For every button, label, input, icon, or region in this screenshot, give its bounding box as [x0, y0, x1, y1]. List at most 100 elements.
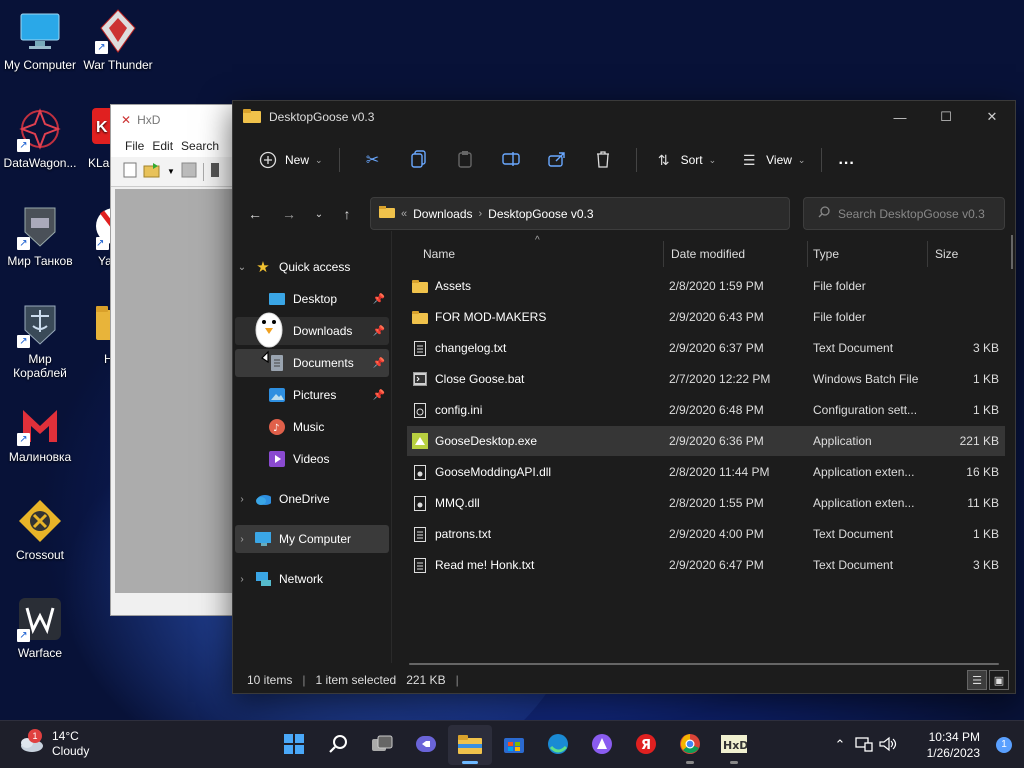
file-row[interactable]: GooseDesktop.exe 2/9/2020 6:36 PM Applicat… — [407, 426, 1005, 456]
tool-icon[interactable] — [210, 162, 220, 181]
search-box[interactable]: Search DesktopGoose v0.3 — [803, 197, 1005, 230]
close-button[interactable]: ✕ — [969, 101, 1015, 133]
taskbar-clock[interactable]: 10:34 PM 1/26/2023 — [900, 729, 980, 761]
cut-button[interactable]: ✂ — [350, 144, 396, 176]
desktop-icon-my-computer[interactable]: My Computer — [0, 8, 80, 72]
task-view-button[interactable] — [360, 725, 404, 765]
hxd-menu-file[interactable]: File — [125, 139, 144, 153]
nav-item-music[interactable]: ♪ Music — [235, 413, 389, 441]
chevron-right-icon: › — [240, 573, 244, 585]
column-header-type[interactable]: Type — [813, 241, 839, 267]
file-row[interactable]: Read me! Honk.txt 2/9/2020 6:47 PM Text Do… — [407, 550, 1005, 580]
view-button[interactable]: ☰ View ⌄ — [732, 144, 811, 176]
taskbar-alice[interactable] — [580, 725, 624, 765]
column-divider[interactable] — [807, 241, 808, 267]
desktop-icon-malinovka[interactable]: ↗ Малиновка — [0, 400, 80, 464]
taskbar-yandex-browser[interactable]: Я — [624, 725, 668, 765]
pin-icon[interactable]: 📌 — [373, 294, 385, 305]
taskbar-search-button[interactable] — [316, 725, 360, 765]
vertical-scrollbar[interactable] — [1011, 235, 1013, 269]
taskbar-chrome[interactable] — [668, 725, 712, 765]
desktop-icon-klau[interactable]: K KLau — [70, 106, 110, 170]
column-header-name[interactable]: Name — [423, 241, 455, 267]
new-button[interactable]: New ⌄ — [251, 144, 329, 176]
details-view-button[interactable]: ☰ — [967, 670, 987, 690]
rename-button[interactable] — [488, 144, 534, 176]
tray-overflow-button[interactable]: ⌃ — [828, 737, 852, 753]
nav-my-computer[interactable]: › My Computer — [235, 525, 389, 553]
start-button[interactable] — [272, 725, 316, 765]
more-options-button[interactable]: ... — [832, 144, 860, 176]
tray-network[interactable] — [852, 736, 876, 755]
nav-item-pictures[interactable]: Pictures 📌 — [235, 381, 389, 409]
taskbar-file-explorer[interactable] — [448, 725, 492, 765]
paste-button[interactable] — [442, 144, 488, 176]
column-divider[interactable] — [927, 241, 928, 267]
hxd-menu-search[interactable]: Search — [181, 139, 219, 153]
file-row[interactable]: changelog.txt 2/9/2020 6:37 PM Text Docume… — [407, 333, 1005, 363]
large-icons-view-button[interactable]: ▣ — [989, 670, 1009, 690]
hxd-window[interactable]: ✕ HxD File Edit Search ▼ — [110, 104, 240, 616]
nav-onedrive[interactable]: › OneDrive — [235, 485, 389, 513]
search-input[interactable]: Search DesktopGoose v0.3 — [838, 207, 985, 221]
sort-button[interactable]: ⇅ Sort ⌄ — [647, 144, 723, 176]
file-row[interactable]: patrons.txt 2/9/2020 4:00 PM Text Document… — [407, 519, 1005, 549]
pane-divider[interactable] — [391, 231, 392, 663]
file-name: changelog.txt — [435, 341, 507, 355]
minimize-button[interactable]: — — [877, 101, 923, 133]
rename-icon — [501, 151, 520, 170]
taskbar-teams-chat[interactable] — [404, 725, 448, 765]
file-row[interactable]: GooseModdingAPI.dll 2/8/2020 11:44 PM Appl… — [407, 457, 1005, 487]
desktop-icon-ya[interactable]: ↗ Ya — [72, 204, 112, 268]
back-button[interactable]: ← — [241, 201, 269, 227]
column-divider[interactable] — [663, 241, 664, 267]
horizontal-scrollbar[interactable] — [409, 663, 999, 665]
file-row[interactable]: config.ini 2/9/2020 6:48 PM Configuration … — [407, 395, 1005, 425]
desktop-icon-war-thunder[interactable]: ↗ War Thunder — [78, 8, 158, 72]
file-row[interactable]: FOR MOD-MAKERS 2/9/2020 6:43 PM File folde… — [407, 302, 1005, 332]
pin-icon[interactable]: 📌 — [373, 390, 385, 401]
hxd-titlebar[interactable]: ✕ HxD — [111, 105, 239, 135]
desktop-icon-h-folder[interactable]: H — [74, 302, 112, 366]
pin-icon[interactable]: 📌 — [373, 326, 385, 337]
explorer-window[interactable]: DesktopGoose v0.3 — ☐ ✕ New ⌄ ✂ ⇅ Sort ⌄… — [232, 100, 1016, 694]
nav-quick-access[interactable]: ⌄ ★ Quick access — [235, 253, 389, 281]
taskbar-edge[interactable] — [536, 725, 580, 765]
breadcrumb-current[interactable]: DesktopGoose v0.3 — [488, 207, 593, 221]
pin-icon[interactable]: 📌 — [373, 358, 385, 369]
hxd-menu-edit[interactable]: Edit — [152, 139, 173, 153]
notification-badge[interactable]: 1 — [996, 737, 1012, 753]
weather-widget[interactable]: 1 14°C Cloudy — [18, 728, 89, 759]
file-row[interactable]: Assets 2/8/2020 1:59 PM File folder — [407, 271, 1005, 301]
maximize-button[interactable]: ☐ — [923, 101, 969, 133]
share-button[interactable] — [534, 144, 580, 176]
desktop-icon-warface[interactable]: ↗ Warface — [0, 596, 80, 660]
column-header-size[interactable]: Size — [935, 241, 958, 267]
desktop-icon-mir-korabley[interactable]: ↗ Мир Кораблей — [0, 302, 80, 380]
desktop-icon-crossout[interactable]: Crossout — [0, 498, 80, 562]
file-row[interactable]: MMQ.dll 2/8/2020 1:55 PM Application exten… — [407, 488, 1005, 518]
up-button[interactable]: ↑ — [333, 201, 361, 227]
address-bar[interactable]: « Downloads › DesktopGoose v0.3 ⌄ ↻ — [370, 197, 913, 230]
dropdown-arrow-icon[interactable]: ▼ — [167, 167, 175, 176]
copy-button[interactable] — [396, 144, 442, 176]
hxd-editor-area[interactable] — [115, 189, 239, 593]
new-file-icon[interactable] — [123, 162, 137, 181]
taskbar-store[interactable] — [492, 725, 536, 765]
nav-network[interactable]: › Network — [235, 565, 389, 593]
open-folder-icon[interactable] — [143, 162, 161, 181]
file-row[interactable]: Close Goose.bat 2/7/2020 12:22 PM Windows … — [407, 364, 1005, 394]
recent-locations-button[interactable]: ⌄ — [305, 201, 333, 227]
nav-item-videos[interactable]: Videos — [235, 445, 389, 473]
desktop-icon-datawagon[interactable]: ↗ DataWagon... — [0, 106, 80, 170]
explorer-titlebar[interactable]: DesktopGoose v0.3 — ☐ ✕ — [233, 101, 1015, 133]
tray-volume[interactable] — [876, 736, 900, 755]
folder-icon — [379, 206, 395, 221]
save-icon[interactable] — [181, 162, 197, 181]
taskbar-hxd[interactable]: HxD — [712, 725, 756, 765]
forward-button[interactable]: → — [275, 201, 303, 227]
delete-button[interactable] — [580, 144, 626, 176]
column-header-date[interactable]: Date modified — [671, 241, 745, 267]
desktop-icon-mir-tankov[interactable]: ↗ Мир Танков — [0, 204, 80, 268]
breadcrumb-downloads[interactable]: Downloads — [413, 207, 472, 221]
